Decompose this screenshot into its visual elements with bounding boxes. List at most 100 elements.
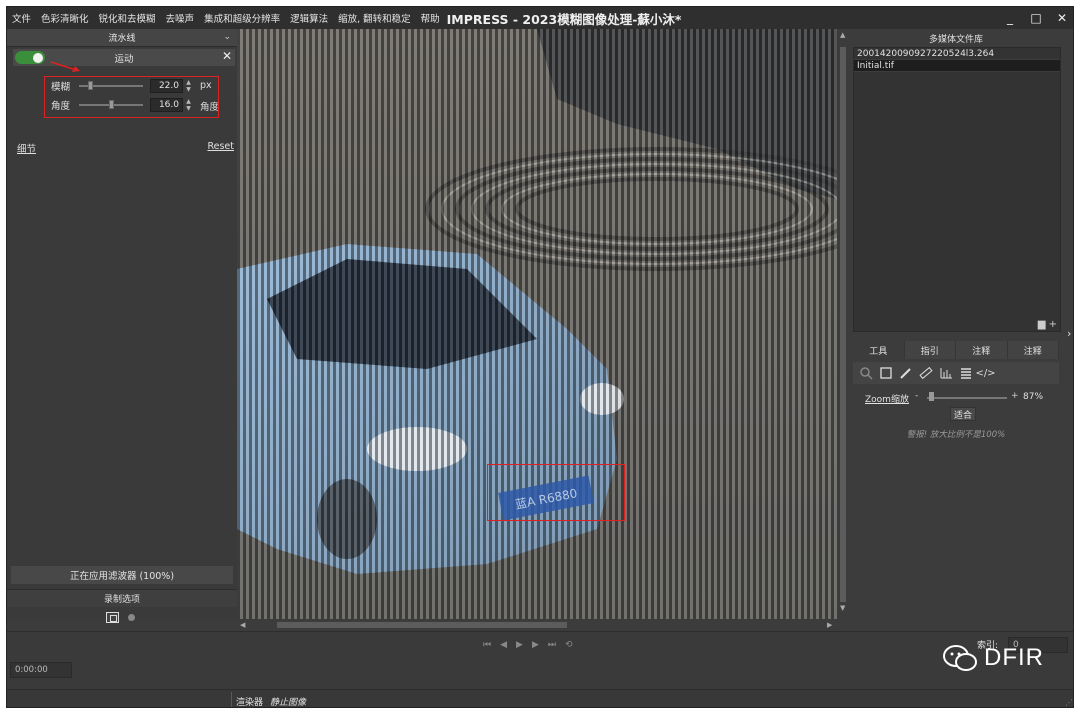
pipeline-title: 流水线 [108,34,136,44]
time-display[interactable]: 0:00:00 [10,662,72,678]
close-button[interactable]: ✕ [1049,7,1073,29]
menu-superres[interactable]: 集成和超级分辨率 [199,11,285,25]
param-angle-unit: 角度 [200,102,218,113]
file-list-item[interactable]: 2001420090927220524l3.264 [854,48,1060,60]
step-back-icon[interactable]: ◀ [500,640,507,650]
filter-row[interactable]: 运动 ✕ [13,49,235,66]
menu-bar: 文件 色彩清晰化 锐化和去模糊 去噪声 集成和超级分辨率 逻辑算法 缩放, 翻转… [7,7,1073,29]
menu-scale[interactable]: 缩放, 翻转和稳定 [333,11,416,25]
zoom-slider[interactable] [927,397,1007,399]
wechat-icon [943,645,977,671]
scroll-down-icon[interactable]: ▼ [840,604,845,612]
param-blur-label: 模糊 [51,82,71,93]
menu-help[interactable]: 帮助 [416,11,445,25]
annotation-arrow-icon [50,61,80,72]
spin-arrows-icon[interactable]: ▲ ▼ [184,79,193,93]
right-panel: 多媒体文件库 2001420090927220524l3.264 Initial… [849,29,1063,629]
zoom-row: Zoom缩放 - + 87% [865,391,1055,405]
step-forward-icon[interactable]: ▶ [532,640,539,650]
menu-logic[interactable]: 逻辑算法 [285,11,333,25]
zoom-label[interactable]: Zoom缩放 [865,392,909,405]
close-icon[interactable]: ✕ [222,49,232,63]
zoom-slider-handle[interactable] [929,392,934,401]
loop-icon[interactable]: ⟲ [565,640,573,650]
scroll-up-icon[interactable]: ▲ [840,31,845,39]
code-icon[interactable]: </> [975,364,995,382]
filter-name: 运动 [114,53,134,65]
param-angle-row: 角度 16.0 ▲ ▼ 角度 [51,97,221,113]
tab-guide[interactable]: 指引 [904,341,956,359]
eyedropper-icon[interactable] [897,364,914,382]
transport-controls: ⏮ ◀ ▶ ▶ ⏭ ⟲ [483,640,573,650]
pipeline-header[interactable]: 流水线 ⌄ [7,29,237,47]
layers-icon[interactable] [957,364,974,382]
param-blur-row: 模糊 22.0 ▲ ▼ px [51,78,221,94]
chevron-down-icon[interactable]: ⌄ [223,32,231,42]
renderer-label: 渲染器 [236,698,264,708]
tab-tools[interactable]: 工具 [853,341,905,359]
minimize-button[interactable]: _ [997,7,1023,29]
param-blur-unit: px [200,80,212,91]
file-list-item-selected[interactable]: Initial.tif [854,60,1060,72]
window-title: IMPRESS - 2023模糊图像处理-蘇小沐* [446,11,682,27]
status-bar: 渲染器 静止图像 ⋰ [7,689,1073,708]
tab-annotation[interactable]: 注释 [956,341,1008,359]
scroll-thumb[interactable] [840,47,846,602]
toggle-knob [33,52,43,63]
record-options-header: 录制选项 [7,589,237,607]
chevron-right-icon[interactable]: › [1067,327,1071,340]
detail-link[interactable]: 细节 [17,141,36,155]
timeline-panel: ⏮ ◀ ▶ ▶ ⏭ ⟲ 0:00:00 索引: 0 [7,631,1073,689]
image-canvas [237,29,837,619]
skip-end-icon[interactable]: ⏭ [548,640,556,650]
annotation-plate-box [487,464,625,521]
histogram-icon[interactable] [937,364,954,382]
left-panel: 流水线 ⌄ 运动 ✕ 模糊 22.0 ▲▼ px 角度 16.0 ▲▼ 角度 [7,29,237,623]
tab-annotation-2[interactable]: 注释 [1007,341,1059,359]
image-viewer[interactable]: 蓝A R6880 [237,29,837,619]
zoom-icon[interactable] [857,364,874,382]
tool-icons-bar: </> [853,362,1059,384]
crop-icon[interactable] [877,364,894,382]
spin-arrows-icon[interactable]: ▲ ▼ [184,98,193,112]
filter-status: 正在应用滤波器 (100%) [11,566,233,584]
still-image-label: 静止图像 [270,698,307,708]
app-window: 文件 色彩清晰化 锐化和去模糊 去噪声 集成和超级分辨率 逻辑算法 缩放, 翻转… [6,6,1074,708]
param-blur-input[interactable]: 22.0 [150,79,183,93]
status-divider [231,692,232,707]
watermark: DFIR [942,644,1044,672]
reset-link[interactable]: Reset [207,141,234,152]
window-controls: _ □ ✕ [997,7,1073,29]
media-library-title: 多媒体文件库 [928,34,983,45]
snapshot-button[interactable] [106,612,119,623]
tool-tabs: 工具 指引 注释 注释 [853,341,1059,359]
zoom-warning: 警报! 放大比例不是100% [906,430,1006,440]
skip-start-icon[interactable]: ⏮ [483,640,491,650]
media-file-list[interactable]: 2001420090927220524l3.264 Initial.tif [853,47,1061,332]
menu-file[interactable]: 文件 [7,11,36,25]
scroll-right-icon[interactable]: ▶ [827,621,832,629]
horizontal-scrollbar[interactable]: ◀ ▶ [237,619,837,631]
scroll-thumb[interactable] [277,622,567,628]
menu-denoise[interactable]: 去噪声 [161,11,200,25]
resize-grip-icon[interactable]: ⋰ [1065,698,1073,707]
filter-toggle[interactable] [15,51,45,64]
zoom-in-button[interactable]: + [1011,391,1019,401]
menu-color[interactable]: 色彩清晰化 [36,11,94,25]
zoom-value: 87% [1023,392,1044,402]
param-angle-label: 角度 [51,101,71,112]
folder-add-icon[interactable]: ▆ + [1038,319,1057,330]
menu-sharpen[interactable]: 锐化和去模糊 [94,11,161,25]
watermark-text: DFIR [984,644,1044,671]
maximize-button[interactable]: □ [1023,7,1049,29]
ruler-icon[interactable] [917,364,934,382]
scroll-left-icon[interactable]: ◀ [240,621,245,629]
slider-handle[interactable] [88,81,93,90]
zoom-out-button[interactable]: - [915,391,918,401]
slider-handle[interactable] [109,100,114,109]
record-dot-icon[interactable] [128,614,135,621]
fit-button[interactable]: 适合 [950,407,976,421]
play-icon[interactable]: ▶ [516,640,523,650]
vertical-scrollbar[interactable]: ▲ ▼ [837,29,849,614]
param-angle-input[interactable]: 16.0 [150,98,183,112]
